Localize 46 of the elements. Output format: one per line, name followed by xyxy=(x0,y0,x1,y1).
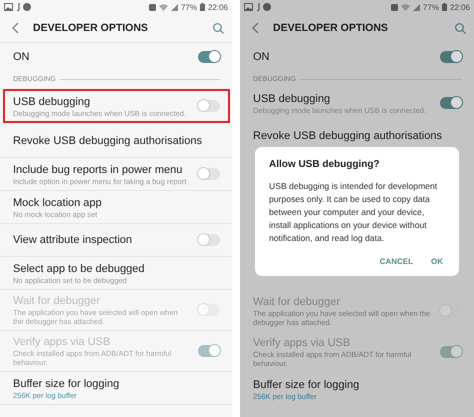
notification-icon xyxy=(256,3,260,11)
clock-time: 22:06 xyxy=(450,2,470,12)
setting-title: Buffer size for logging xyxy=(253,378,360,392)
dialog-message: USB debugging is intended for development purposes only. It can be used to copy data between your computer and your device, install applications on your device without notification, and read log data. xyxy=(269,180,438,245)
setting-title: Verify apps via USB xyxy=(13,335,112,349)
cancel-button[interactable]: CANCEL xyxy=(378,255,415,268)
back-icon[interactable] xyxy=(12,22,19,34)
signal-icon xyxy=(170,4,178,10)
setting-title: Verify apps via USB xyxy=(253,336,352,350)
clock-time: 22:06 xyxy=(208,2,228,12)
setting-title: Wait for debugger xyxy=(253,295,342,309)
setting-title: Wait for debugger xyxy=(13,294,102,308)
dialog-title: Allow USB debugging? xyxy=(269,159,381,170)
toggle-switch[interactable] xyxy=(198,168,220,180)
setting-title: Include bug reports in power menu xyxy=(13,162,184,176)
setting-title: Revoke USB debugging authorisations xyxy=(13,134,203,148)
search-icon[interactable] xyxy=(213,22,224,34)
ok-button[interactable]: OK xyxy=(429,255,445,268)
setting-title: USB debugging xyxy=(13,94,92,108)
battery-icon xyxy=(442,3,447,11)
search-icon[interactable] xyxy=(455,22,466,34)
setting-title: USB debugging xyxy=(253,92,332,106)
screen-title: DEVELOPER OPTIONS xyxy=(33,22,149,34)
screen-title: DEVELOPER OPTIONS xyxy=(273,22,389,34)
back-icon[interactable] xyxy=(252,22,259,34)
gallery-icon xyxy=(244,3,253,11)
battery-level: 77% xyxy=(422,2,439,12)
toggle-switch[interactable] xyxy=(198,234,220,246)
master-toggle[interactable] xyxy=(440,51,462,63)
notification-icon xyxy=(16,3,20,11)
wifi-icon xyxy=(400,4,410,10)
gallery-icon xyxy=(4,3,13,11)
toggle-switch[interactable] xyxy=(198,100,220,112)
toggle-switch[interactable] xyxy=(440,97,462,109)
setting-title: Select app to be debugged xyxy=(13,262,146,276)
master-switch-label: ON xyxy=(253,51,270,63)
setting-title: Mock location app xyxy=(13,196,103,210)
battery-level: 77% xyxy=(180,2,197,12)
setting-title: Buffer size for logging xyxy=(13,376,120,390)
battery-icon xyxy=(200,3,205,11)
wifi-icon xyxy=(158,4,168,10)
master-toggle[interactable] xyxy=(198,51,220,63)
signal-icon xyxy=(412,4,420,10)
setting-title: View attribute inspection xyxy=(13,233,134,247)
master-switch-label: ON xyxy=(13,51,30,63)
setting-title: Revoke USB debugging authorisations xyxy=(253,129,443,143)
